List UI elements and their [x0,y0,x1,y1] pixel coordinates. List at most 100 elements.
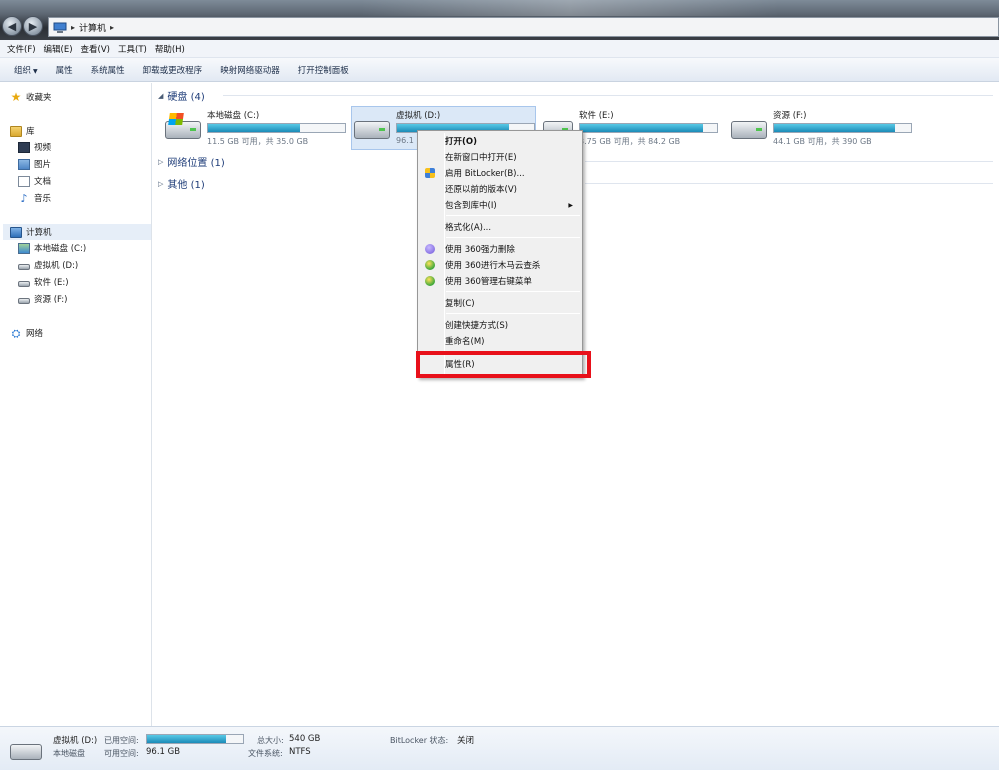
drive-space: 44.1 GB 可用，共 390 GB [773,137,872,146]
menu-item-label: 重命名(M) [445,337,485,347]
sidebar-item-label: 收藏夹 [26,93,52,103]
expand-triangle-icon: ▷ [158,157,164,166]
menu-item-open[interactable]: 打开(O) [420,133,580,149]
computer-icon [53,22,67,33]
details-bitlocker-label: BitLocker 状态: [390,736,449,745]
back-arrow-icon: ◀ [7,19,17,33]
sidebar-item-label: 图片 [34,160,52,170]
sidebar-item-drive-d[interactable]: 虚拟机 (D:) [18,259,78,271]
menu-item-360-force-delete[interactable]: 使用 360强力删除 [420,241,580,257]
drive-tile-c[interactable]: 本地磁盘 (C:) 11.5 GB 可用，共 35.0 GB [165,107,350,149]
menu-file[interactable]: 文件(F) [3,43,40,55]
sidebar-item-drive-f[interactable]: 资源 (F:) [18,293,67,305]
document-icon [18,175,30,187]
sidebar-item-drive-c[interactable]: 本地磁盘 (C:) [18,242,86,254]
menu-item-label: 打开(O) [445,137,477,147]
drive-tile-f[interactable]: 资源 (F:) 44.1 GB 可用，共 390 GB [731,107,916,149]
sidebar-item-drive-e[interactable]: 软件 (E:) [18,276,69,288]
drive-name: 软件 (E:) [579,111,614,121]
uninstall-program-button[interactable]: 卸载或更改程序 [134,64,212,76]
sidebar-item-documents[interactable]: 文档 [18,175,51,187]
details-total-value: 540 GB [289,734,321,744]
network-icon: ⛭ [11,326,21,340]
menu-item-label: 使用 360管理右键菜单 [445,277,532,287]
menu-item-label: 格式化(A)... [445,223,492,233]
sidebar-item-music[interactable]: ♪ 音乐 [18,191,52,205]
hard-drive-icon [354,121,390,139]
system-drive-icon [165,121,201,139]
address-bar[interactable]: ▸ 计算机 ▸ [48,17,999,37]
drive-space: 3.75 GB 可用，共 84.2 GB [579,137,681,146]
nav-buttons: ◀ ▶ [2,16,46,38]
sidebar-item-label: 音乐 [34,194,52,204]
group-title: 硬盘 (4) [167,92,205,103]
sidebar-item-network[interactable]: ⛭ 网络 [10,326,43,340]
properties-button[interactable]: 属性 [47,64,82,76]
forward-button[interactable]: ▶ [23,16,43,36]
details-used-label: 已用空间: [104,736,139,745]
forward-arrow-icon: ▶ [28,19,38,33]
group-hard-disks[interactable]: ◢ 硬盘 (4) [158,88,205,104]
properties-highlight-box [416,351,591,378]
music-note-icon: ♪ [20,191,28,205]
sidebar-item-computer[interactable]: 计算机 [3,224,151,240]
system-properties-button[interactable]: 系统属性 [82,64,134,76]
details-free-label: 可用空间: [104,749,139,758]
menu-bar: 文件(F) 编辑(E) 查看(V) 工具(T) 帮助(H) [0,40,999,58]
details-fs-label: 文件系统: [248,749,283,758]
system-drive-icon [18,242,30,254]
menu-item-label: 复制(C) [445,299,475,309]
360-security-icon [425,260,435,270]
context-menu: 打开(O) 在新窗口中打开(E) 启用 BitLocker(B)... 还原以前… [417,130,583,378]
group-divider [585,183,993,184]
menu-separator [446,237,580,238]
details-capacity-bar [146,734,244,744]
computer-icon [10,226,22,238]
menu-item-open-new-window[interactable]: 在新窗口中打开(E) [420,149,580,165]
group-title: 网络位置 (1) [167,158,225,169]
details-pane: 虚拟机 (D:) 已用空间: 总大小: 540 GB BitLocker 状态:… [0,726,999,770]
menu-item-label: 在新窗口中打开(E) [445,153,517,163]
details-fs-value: NTFS [289,747,311,757]
sidebar-item-label: 资源 (F:) [34,295,68,305]
breadcrumb-computer[interactable]: 计算机 [79,21,106,34]
menu-item-360-manage-menu[interactable]: 使用 360管理右键菜单 [420,273,580,289]
star-icon: ★ [10,89,22,104]
navigation-pane: ★ 收藏夹 库 视频 图片 文档 ♪ 音乐 计算机 本地磁盘 (C:) 虚拟机 … [0,83,152,726]
group-others[interactable]: ▷ 其他 (1) [158,176,205,192]
breadcrumb-chevron-icon[interactable]: ▸ [110,23,114,32]
map-network-drive-button[interactable]: 映射网络驱动器 [211,64,289,76]
drive-space: 11.5 GB 可用，共 35.0 GB [207,137,309,146]
organize-button[interactable]: 组织 ▼ [5,64,47,76]
command-bar: 组织 ▼ 属性 系统属性 卸载或更改程序 映射网络驱动器 打开控制面板 [0,58,999,82]
menu-tools[interactable]: 工具(T) [114,43,151,55]
menu-item-restore-versions[interactable]: 还原以前的版本(V) [420,181,580,197]
capacity-bar-fill [774,124,895,132]
menu-view[interactable]: 查看(V) [77,43,114,55]
open-control-panel-button[interactable]: 打开控制面板 [289,64,358,76]
sidebar-item-libraries[interactable]: 库 [10,125,35,137]
360-security-icon [425,276,435,286]
back-button[interactable]: ◀ [2,16,22,36]
drive-info: 软件 (E:) 3.75 GB 可用，共 84.2 GB [579,107,718,149]
picture-icon [18,158,30,170]
menu-item-include-in-library[interactable]: 包含到库中(I) ▶ [420,197,580,213]
sidebar-item-label: 软件 (E:) [34,278,69,288]
menu-help[interactable]: 帮助(H) [151,43,189,55]
menu-item-create-shortcut[interactable]: 创建快捷方式(S) [420,317,580,333]
sidebar-item-pictures[interactable]: 图片 [18,158,51,170]
menu-item-format[interactable]: 格式化(A)... [420,219,580,235]
menu-item-copy[interactable]: 复制(C) [420,295,580,311]
menu-item-360-trojan-scan[interactable]: 使用 360进行木马云查杀 [420,257,580,273]
sidebar-item-favorites[interactable]: ★ 收藏夹 [10,89,52,104]
group-network-locations[interactable]: ▷ 网络位置 (1) [158,154,225,170]
shield-icon [425,168,435,178]
hard-drive-icon [18,297,30,304]
menu-item-rename[interactable]: 重命名(M) [420,333,580,349]
menu-edit[interactable]: 编辑(E) [40,43,77,55]
library-icon [10,125,22,137]
sidebar-item-videos[interactable]: 视频 [18,141,51,153]
hard-drive-icon [18,280,30,287]
details-bitlocker-value: 关闭 [457,736,475,746]
menu-item-bitlocker[interactable]: 启用 BitLocker(B)... [420,165,580,181]
